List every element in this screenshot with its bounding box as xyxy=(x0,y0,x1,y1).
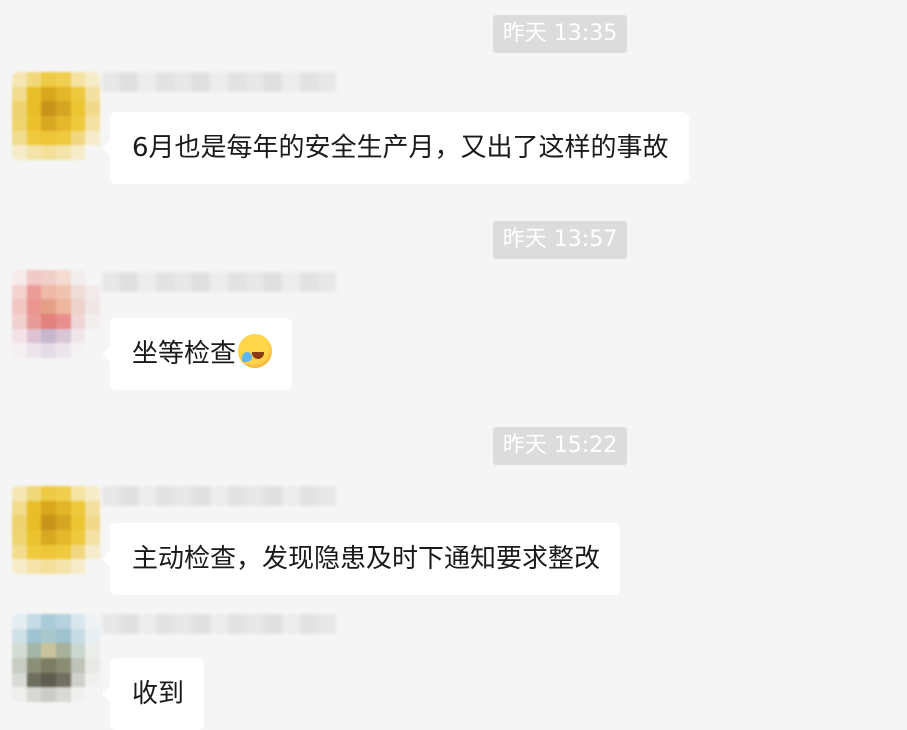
sender-name-blurred xyxy=(102,72,336,92)
timestamp: 昨天 13:35 xyxy=(493,15,627,53)
message-bubble[interactable]: 6月也是每年的安全生产月，又出了这样的事故 xyxy=(102,112,689,184)
timestamp: 昨天 13:57 xyxy=(493,221,627,259)
message-bubble[interactable]: 主动检查，发现隐患及时下通知要求整改 xyxy=(101,523,621,595)
face-with-tears-of-joy-emoji xyxy=(238,334,273,368)
sender-avatar[interactable] xyxy=(12,486,100,574)
message-text: 6月也是每年的安全生产月，又出了这样的事故 xyxy=(132,133,669,163)
sender-avatar[interactable] xyxy=(12,270,100,358)
message-text: 主动检查，发现隐患及时下通知要求整改 xyxy=(132,544,601,574)
message-bubble[interactable]: 收到 xyxy=(101,658,205,730)
message-bubble[interactable]: 坐等检查 xyxy=(101,318,293,390)
message-text: 收到 xyxy=(132,679,185,709)
sender-name-blurred xyxy=(102,614,336,634)
sender-name-blurred xyxy=(102,272,336,292)
sender-avatar[interactable] xyxy=(12,72,100,160)
message-text: 坐等检查 xyxy=(132,339,237,369)
sender-avatar[interactable] xyxy=(12,614,100,702)
timestamp: 昨天 15:22 xyxy=(493,427,627,465)
sender-name-blurred xyxy=(102,486,336,506)
